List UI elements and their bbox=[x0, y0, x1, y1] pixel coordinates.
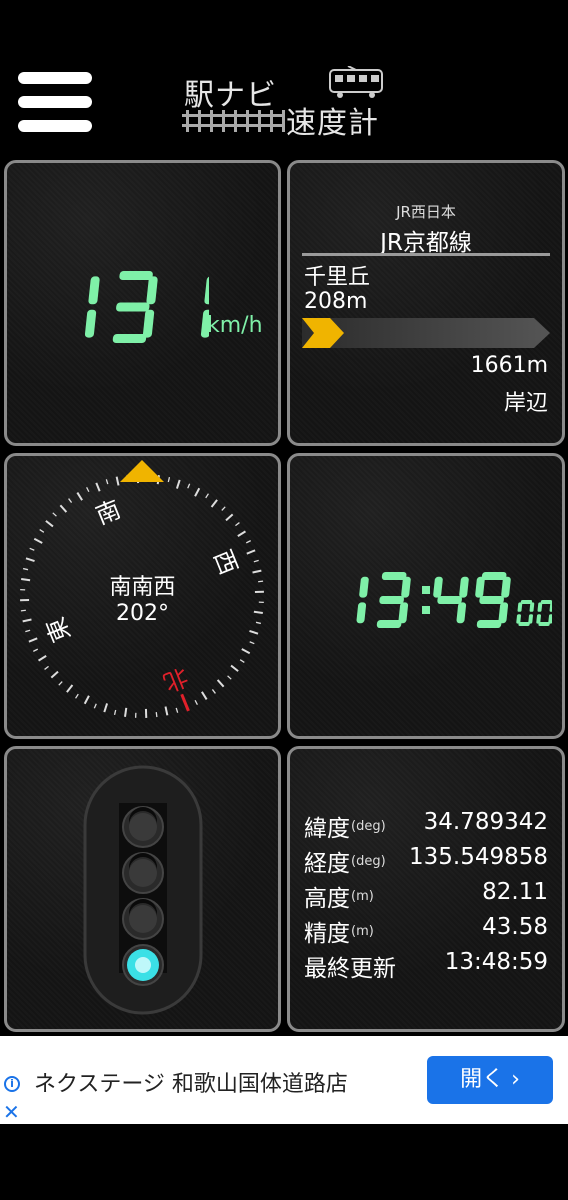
clock-digit bbox=[433, 576, 469, 624]
clock-panel bbox=[287, 453, 565, 739]
train-icon bbox=[329, 66, 383, 98]
next-station: 岸辺 bbox=[503, 391, 548, 416]
clock-colon bbox=[422, 586, 430, 614]
gps-panel: 緯度(deg) 34.789342 経度(deg) 135.549858 高度(… bbox=[287, 746, 565, 1032]
app-logo: 駅ナビ 速度計 bbox=[180, 66, 390, 146]
gps-unit: (m) bbox=[351, 924, 374, 939]
speed-digital-readout bbox=[84, 271, 209, 343]
gps-unit: (deg) bbox=[351, 819, 386, 834]
gps-label: 最終更新 bbox=[304, 956, 396, 982]
speed-digit bbox=[84, 276, 100, 338]
gps-row-altitude: 高度(m) 82.11 bbox=[304, 879, 548, 913]
gps-unit: (m) bbox=[351, 889, 374, 904]
railway-company: JR西日本 bbox=[396, 203, 456, 221]
north-marker bbox=[180, 693, 190, 712]
signal-panel bbox=[4, 746, 281, 1032]
gps-unit: (deg) bbox=[351, 854, 386, 869]
clock-digit bbox=[356, 576, 369, 624]
clock-digital-readout bbox=[356, 572, 552, 628]
speed-panel: km/h bbox=[4, 160, 281, 446]
speed-unit: km/h bbox=[207, 313, 263, 338]
clock-digit bbox=[376, 572, 411, 628]
ad-info-icon[interactable]: i bbox=[4, 1076, 20, 1092]
railway-line-name: JR京都線 bbox=[380, 230, 472, 256]
signal-lamp bbox=[122, 806, 164, 848]
gps-row-last-update: 最終更新 13:48:59 bbox=[304, 949, 548, 983]
gps-value: 135.549858 bbox=[408, 844, 548, 870]
gps-label: 精度 bbox=[304, 921, 350, 947]
gps-row-latitude: 緯度(deg) 34.789342 bbox=[304, 809, 548, 843]
route-panel: JR西日本 JR京都線 千里丘 208m 1661m 岸辺 bbox=[287, 160, 565, 446]
clock-seconds-digit bbox=[516, 600, 535, 626]
gps-label: 経度 bbox=[304, 851, 350, 877]
logo-text-ekinavi: 駅ナビ bbox=[184, 78, 277, 113]
logo-text-speedometer: 速度計 bbox=[286, 106, 379, 141]
railway-signal-light bbox=[83, 765, 203, 1015]
compass-degrees: 202° bbox=[116, 601, 169, 626]
gps-row-accuracy: 精度(m) 43.58 bbox=[304, 914, 548, 948]
compass-label-south: 南 bbox=[92, 495, 125, 530]
previous-station-distance: 208m bbox=[304, 289, 368, 314]
app-header: 駅ナビ 速度計 bbox=[0, 0, 568, 152]
heading-pointer-icon bbox=[120, 460, 164, 482]
signal-lamp bbox=[122, 898, 164, 940]
gps-label: 緯度 bbox=[304, 816, 350, 842]
clock-seconds-digit bbox=[536, 600, 552, 626]
ad-close-icon[interactable]: ✕ bbox=[3, 1100, 20, 1124]
ad-open-button[interactable]: 開く › bbox=[427, 1056, 553, 1104]
gps-row-longitude: 経度(deg) 135.549858 bbox=[304, 844, 548, 878]
compass-label-north: 北 bbox=[159, 662, 192, 697]
signal-lamp bbox=[122, 852, 164, 894]
route-divider bbox=[302, 253, 550, 256]
previous-station: 千里丘 bbox=[304, 265, 371, 290]
ad-text[interactable]: ネクステージ 和歌山国体道路店 bbox=[34, 1066, 348, 1098]
clock-digit bbox=[475, 572, 511, 628]
compass-panel: 北東南西 南南西 202° bbox=[4, 453, 281, 739]
gps-value: 43.58 bbox=[482, 914, 548, 940]
gps-value: 13:48:59 bbox=[444, 949, 548, 975]
gps-value: 82.11 bbox=[482, 879, 548, 905]
next-station-distance: 1661m bbox=[470, 353, 548, 378]
compass-direction-text: 南南西 bbox=[109, 575, 176, 600]
signal-lamp bbox=[122, 944, 164, 986]
speed-digit bbox=[112, 271, 158, 343]
ad-banner[interactable]: i ✕ ネクステージ 和歌山国体道路店 開く › bbox=[0, 1036, 568, 1124]
hamburger-menu-button[interactable] bbox=[18, 70, 94, 134]
gps-value: 34.789342 bbox=[423, 809, 548, 835]
route-progress-bar bbox=[302, 318, 550, 348]
rail-track-icon bbox=[182, 110, 285, 132]
gps-label: 高度 bbox=[304, 886, 350, 912]
bottom-area bbox=[0, 1124, 568, 1200]
